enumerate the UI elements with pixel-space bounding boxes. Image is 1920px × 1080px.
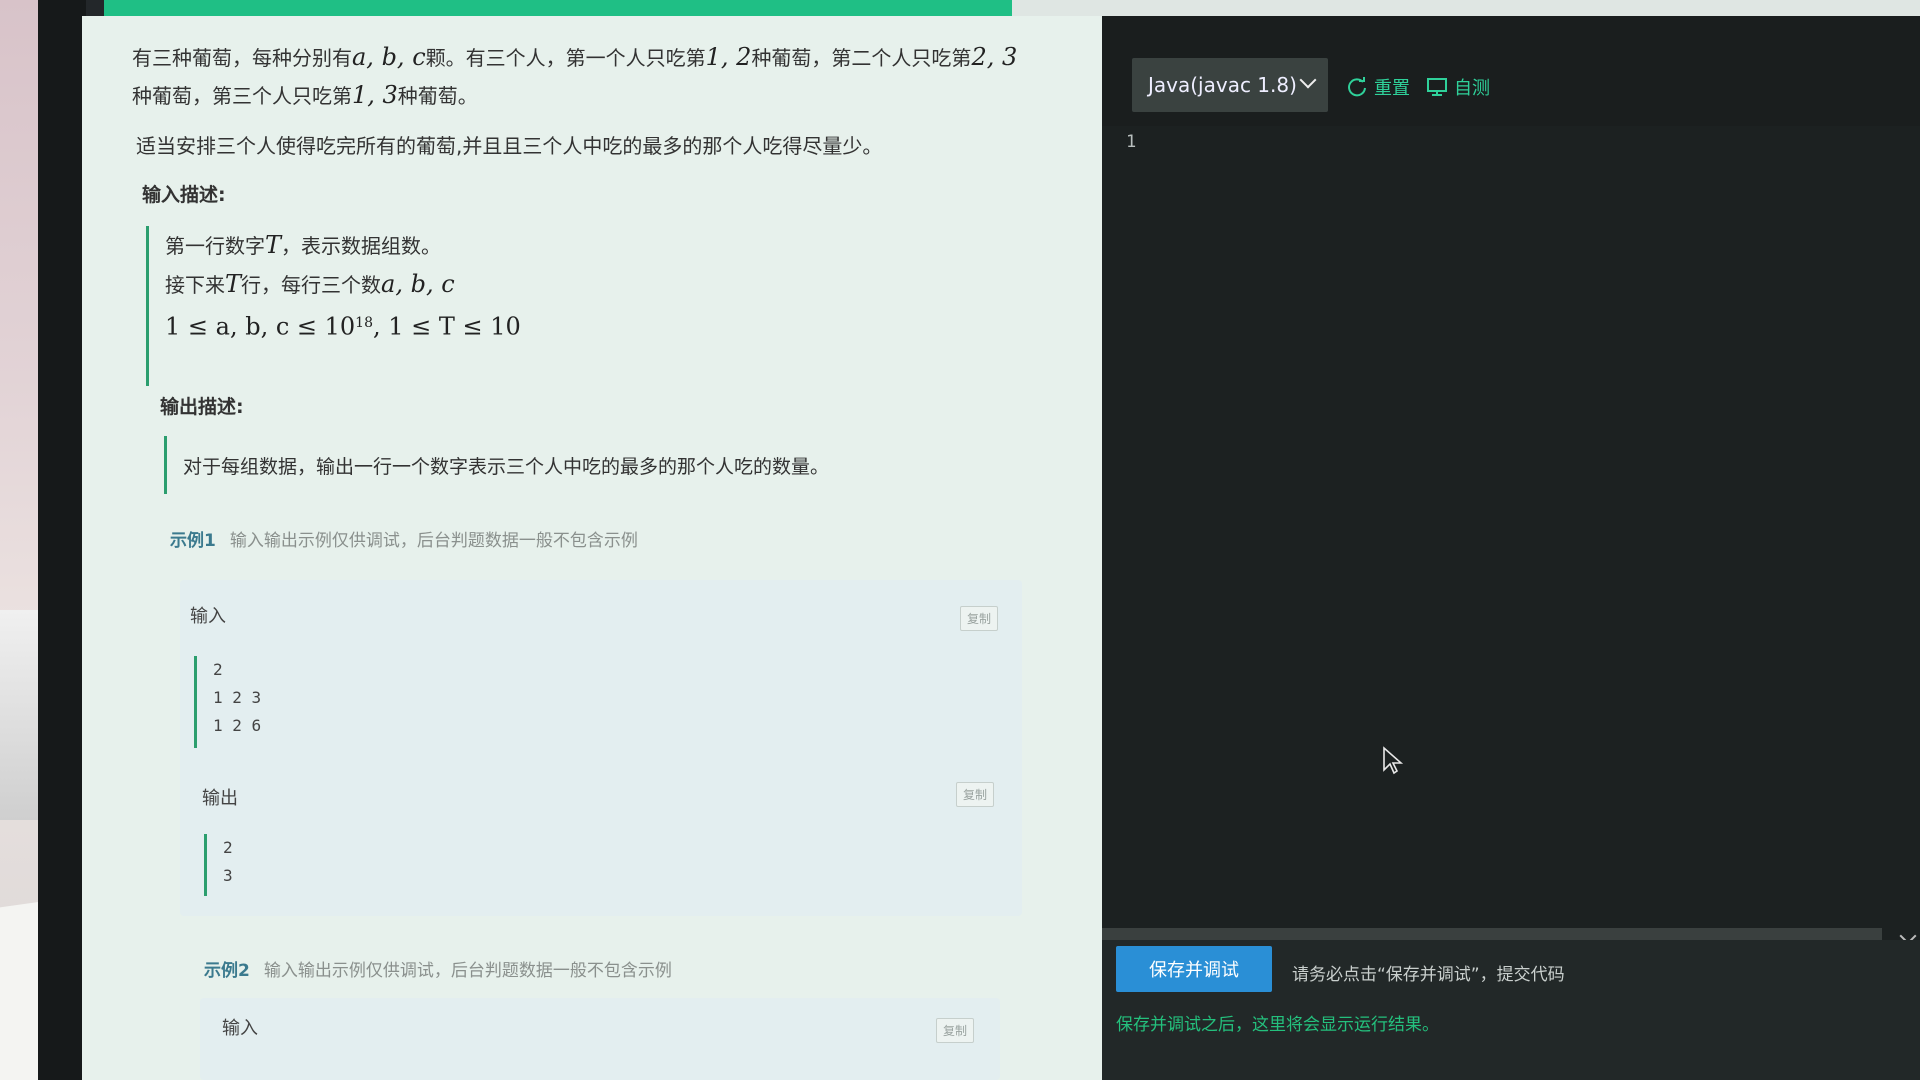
problem-description-line-3: 适当安排三个人使得吃完所有的葡萄,并且且三个人中吃的最多的那个人吃得尽量少。 — [136, 134, 883, 158]
input-description-line-2: 接下来T行，每行三个数a, b, c — [165, 270, 455, 298]
output-description-title: 输出描述: — [160, 396, 244, 418]
code-line: 2 — [213, 660, 223, 679]
example-2-title: 示例2 — [204, 961, 250, 981]
save-and-debug-button[interactable]: 保存并调试 — [1116, 946, 1272, 992]
code-line: 3 — [223, 866, 233, 885]
problem-description-line-1: 有三种葡萄，每种分别有a, b, c颗。有三个人，第一个人只吃第1, 2种葡萄，… — [132, 43, 1018, 71]
self-test-button[interactable]: 自测 — [1426, 74, 1490, 100]
problem-description-line-2: 种葡萄，第三个人只吃第1, 3种葡萄。 — [132, 81, 478, 109]
progress-fill — [104, 0, 1012, 16]
output-description-block: 对于每组数据，输出一行一个数字表示三个人中吃的最多的那个人吃的数量。 — [164, 436, 829, 494]
input-description-block: 第一行数字T，表示数据组数。 接下来T行，每行三个数a, b, c 1 ≤ a,… — [146, 226, 521, 386]
editor-toolbar: Java(javac 1.8) 重置 自测 — [1102, 16, 1920, 126]
problem-panel: 有三种葡萄，每种分别有a, b, c颗。有三个人，第一个人只吃第1, 2种葡萄，… — [82, 16, 1102, 1080]
example-1-header: 示例1 输入输出示例仅供调试，后台判题数据一般不包含示例 — [170, 526, 638, 551]
run-result-message: 保存并调试之后，这里将会显示运行结果。 — [1116, 1015, 1439, 1035]
progress-bar — [104, 0, 1920, 16]
example-1-output-code: 2 3 — [204, 834, 233, 896]
example-1-output-label: 输出 — [202, 788, 238, 809]
refresh-icon — [1348, 77, 1366, 97]
run-bar: 保存并调试 请务必点击“保存并调试”，提交代码 保存并调试之后，这里将会显示运行… — [1102, 940, 1920, 1080]
monitor-bezel — [38, 0, 86, 1080]
code-line: 1 2 3 — [213, 688, 262, 707]
mouse-cursor-icon — [1383, 746, 1404, 775]
example-1-output-copy-button[interactable]: 复制 — [956, 782, 995, 807]
input-constraints: 1 ≤ a, b, c ≤ 1018, 1 ≤ T ≤ 10 — [165, 312, 521, 341]
monitor-icon — [1427, 78, 1447, 96]
code-input-area[interactable] — [1162, 126, 1902, 926]
line-number: 1 — [1126, 132, 1137, 152]
example-2-input-label: 输入 — [222, 1018, 258, 1039]
example-2-box: 输入 复制 — [200, 998, 1000, 1080]
output-description-line: 对于每组数据，输出一行一个数字表示三个人中吃的最多的那个人吃的数量。 — [183, 456, 830, 478]
language-select[interactable]: Java(javac 1.8) — [1132, 58, 1328, 112]
example-1-note: 输入输出示例仅供调试，后台判题数据一般不包含示例 — [229, 531, 638, 551]
self-test-label: 自测 — [1454, 78, 1490, 99]
example-1-input-code: 2 1 2 3 1 2 6 — [194, 656, 261, 748]
reset-label: 重置 — [1374, 78, 1410, 99]
example-2-note: 输入输出示例仅供调试，后台判题数据一般不包含示例 — [263, 961, 672, 981]
code-line: 2 — [223, 838, 233, 857]
input-description-line-1: 第一行数字T，表示数据组数。 — [165, 231, 442, 259]
run-hint: 请务必点击“保存并调试”，提交代码 — [1292, 965, 1565, 985]
horizontal-scrollbar[interactable] — [1102, 928, 1882, 940]
example-2-header: 示例2 输入输出示例仅供调试，后台判题数据一般不包含示例 — [204, 956, 672, 981]
example-1-input-label: 输入 — [190, 606, 226, 627]
input-description-title: 输入描述: — [142, 184, 226, 206]
reset-button[interactable]: 重置 — [1346, 74, 1410, 100]
example-1-box: 输入 复制 2 1 2 3 1 2 6 输出 复制 2 3 — [180, 580, 1022, 916]
example-1-input-copy-button[interactable]: 复制 — [960, 606, 999, 631]
example-1-title: 示例1 — [170, 531, 216, 551]
language-select-value: Java(javac 1.8) — [1148, 73, 1297, 97]
code-editor-panel: Java(javac 1.8) 重置 自测 1 保存并调试 请务必点击“保存并调… — [1102, 16, 1920, 1080]
code-line: 1 2 6 — [213, 716, 262, 735]
chevron-down-icon — [1299, 71, 1317, 89]
example-2-input-copy-button[interactable]: 复制 — [936, 1018, 975, 1043]
